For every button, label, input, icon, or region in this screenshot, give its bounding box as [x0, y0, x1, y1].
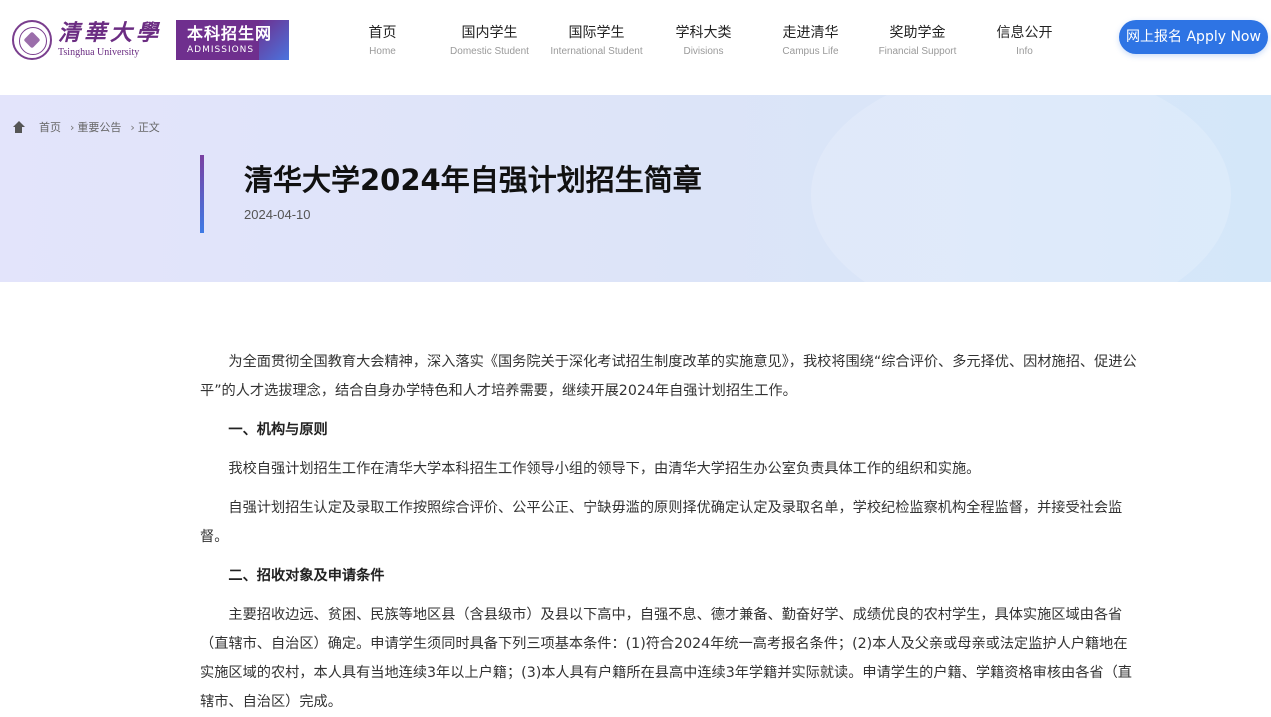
breadcrumb-home[interactable]: 首页: [39, 119, 61, 135]
admissions-badge-en: ADMISSIONS: [187, 45, 255, 55]
main-nav: 首页 Home 国内学生 Domestic Student 国际学生 Inter…: [329, 24, 1078, 60]
article-paragraph: 我校自强计划招生工作在清华大学本科招生工作领导小组的领导下，由清华大学招生办公室…: [228, 461, 981, 477]
banner-decoration: [811, 95, 1231, 282]
article-paragraph: 自强计划招生认定及录取工作按照综合评价、公平公正、宁缺毋滥的原则择优确定认定及录…: [200, 500, 1123, 545]
title-block: 清华大学2024年自强计划招生简章 2024-04-10: [200, 155, 702, 233]
nav-item-international-student[interactable]: 国际学生 International Student: [543, 24, 650, 60]
nav-item-info[interactable]: 信息公开 Info: [971, 24, 1078, 60]
university-name: 清華大學 Tsinghua University: [58, 21, 162, 59]
nav-label-cn: 学科大类: [675, 25, 732, 41]
nav-label-cn: 国际学生: [568, 25, 625, 41]
site-header: 清華大學 Tsinghua University 本科招生网 ADMISSION…: [0, 0, 1271, 95]
nav-label-cn: 信息公开: [996, 25, 1053, 41]
publish-date: 2024-04-10: [244, 207, 311, 222]
nav-item-home[interactable]: 首页 Home: [329, 24, 436, 60]
nav-item-divisions[interactable]: 学科大类 Divisions: [650, 24, 757, 60]
nav-label-cn: 国内学生: [461, 25, 518, 41]
section-heading: 一、机构与原则: [228, 422, 328, 438]
nav-label-en: Home: [369, 46, 396, 57]
home-icon[interactable]: [12, 121, 25, 133]
nav-label-cn: 首页: [368, 25, 397, 41]
nav-item-financial-support[interactable]: 奖助学金 Financial Support: [864, 24, 971, 60]
breadcrumb: 首页 › 重要公告 › 正文: [12, 119, 160, 135]
nav-label-en: Financial Support: [878, 46, 957, 57]
nav-item-campus-life[interactable]: 走进清华 Campus Life: [757, 24, 864, 60]
university-seal-icon: [12, 20, 52, 60]
nav-label-cn: 奖助学金: [889, 25, 946, 41]
nav-label-en: Divisions: [683, 46, 724, 57]
article-banner: 首页 › 重要公告 › 正文 清华大学2024年自强计划招生简章 2024-04…: [0, 95, 1271, 282]
nav-item-domestic-student[interactable]: 国内学生 Domestic Student: [436, 24, 543, 60]
nav-label-cn: 走进清华: [782, 25, 839, 41]
article-body: 为全面贯彻全国教育大会精神，深入落实《国务院关于深化考试招生制度改革的实施意见》…: [200, 348, 1140, 717]
admissions-badge-cn: 本科招生网: [187, 24, 273, 43]
university-name-cn: 清華大學: [58, 20, 163, 46]
breadcrumb-separator: ›: [130, 120, 135, 134]
nav-label-en: Campus Life: [782, 46, 839, 57]
apply-now-button[interactable]: 网上报名 Apply Now: [1119, 20, 1268, 54]
admissions-badge[interactable]: 本科招生网 ADMISSIONS: [176, 20, 290, 60]
breadcrumb-item-current: 正文: [137, 121, 160, 134]
breadcrumb-separator: ›: [70, 120, 75, 134]
page-title: 清华大学2024年自强计划招生简章: [244, 163, 702, 197]
section-heading: 二、招收对象及申请条件: [228, 568, 385, 584]
nav-label-en: International Student: [550, 46, 643, 57]
article-paragraph: 主要招收边远、贫困、民族等地区县（含县级市）及县以下高中，自强不息、德才兼备、勤…: [200, 607, 1132, 710]
breadcrumb-item-announcements[interactable]: 重要公告: [77, 119, 121, 135]
article-paragraph: 为全面贯彻全国教育大会精神，深入落实《国务院关于深化考试招生制度改革的实施意见》…: [200, 354, 1137, 399]
site-logo[interactable]: 清華大學 Tsinghua University 本科招生网 ADMISSION…: [12, 18, 290, 62]
nav-label-en: Domestic Student: [450, 46, 529, 57]
university-name-en: Tsinghua University: [58, 47, 140, 58]
nav-label-en: Info: [1016, 46, 1033, 57]
